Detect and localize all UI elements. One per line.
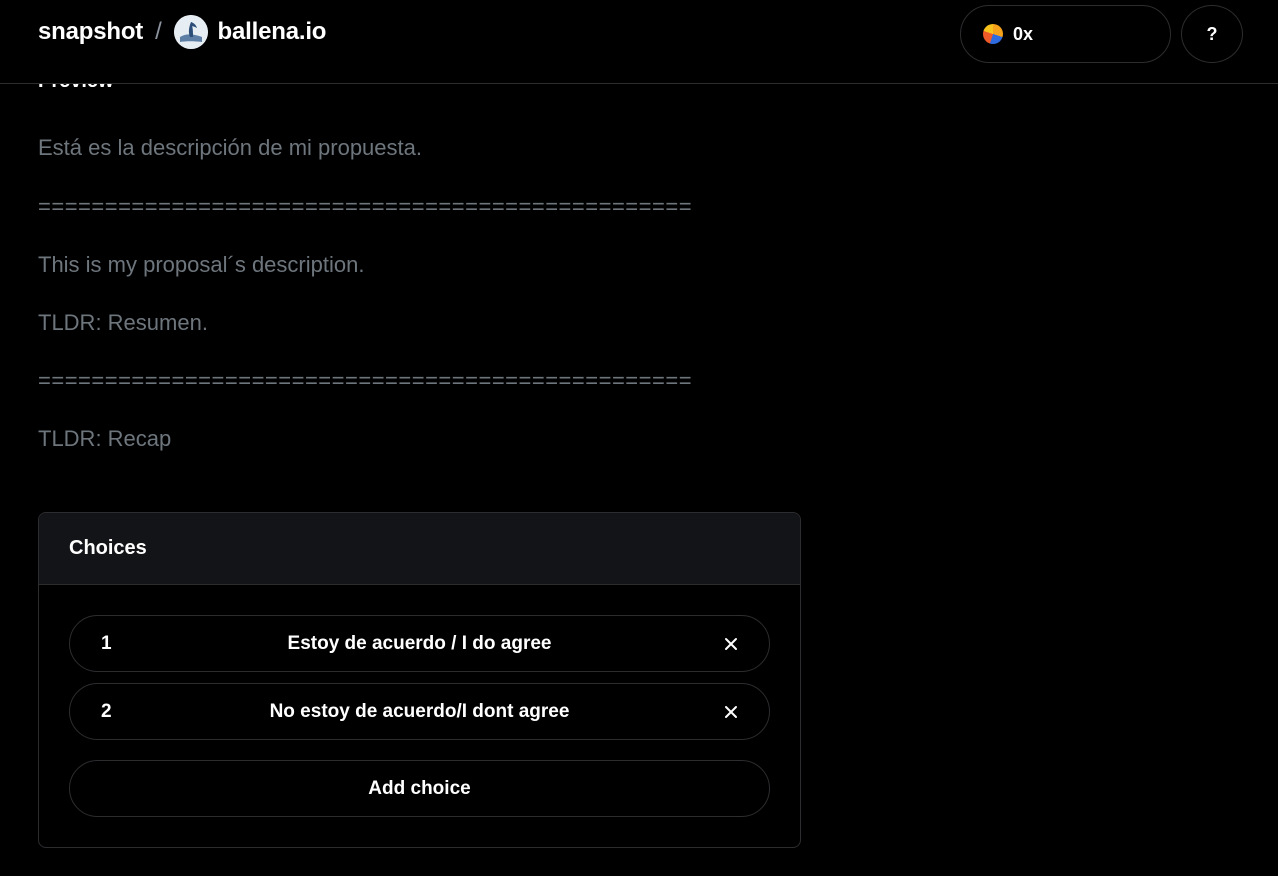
close-icon[interactable] — [723, 636, 739, 652]
preview-line: This is my proposal´s description. — [38, 252, 365, 277]
choice-row-2: 2 No estoy de acuerdo/I dont agree — [69, 683, 770, 740]
add-choice-button[interactable]: Add choice — [69, 760, 770, 817]
choices-panel: Choices 1 Estoy de acuerdo / I do agree … — [38, 512, 801, 848]
choice-row-1: 1 Estoy de acuerdo / I do agree — [69, 615, 770, 672]
choice-text-input[interactable]: No estoy de acuerdo/I dont agree — [70, 701, 769, 723]
wallet-avatar-icon — [983, 24, 1003, 44]
breadcrumb-separator: / — [155, 18, 162, 45]
close-icon[interactable] — [723, 704, 739, 720]
preview-line: TLDR: Recap — [38, 426, 172, 451]
snapshot-logo-link[interactable]: snapshot — [38, 18, 143, 46]
preview-rule: ========================================… — [38, 368, 693, 393]
choices-title: Choices — [39, 513, 800, 585]
space-name[interactable]: ballena.io — [218, 18, 327, 46]
choice-number: 2 — [101, 700, 112, 722]
preview-line: TLDR: Resumen. — [38, 310, 208, 335]
whale-icon — [173, 15, 208, 49]
wallet-account-button[interactable]: 0x — [960, 5, 1171, 63]
choice-text-input[interactable]: Estoy de acuerdo / I do agree — [70, 633, 769, 655]
wallet-address: 0x — [1013, 23, 1034, 44]
preview-rule: ========================================… — [38, 194, 693, 219]
preview-line: Está es la descripción de mi propuesta. — [38, 135, 422, 160]
help-button[interactable]: ? — [1181, 5, 1243, 63]
brand-breadcrumb: snapshot / ballena.io — [38, 15, 327, 49]
choice-number: 1 — [101, 632, 112, 654]
space-avatar[interactable] — [173, 15, 208, 49]
top-navbar: snapshot / ballena.io 0x ? — [0, 0, 1278, 84]
